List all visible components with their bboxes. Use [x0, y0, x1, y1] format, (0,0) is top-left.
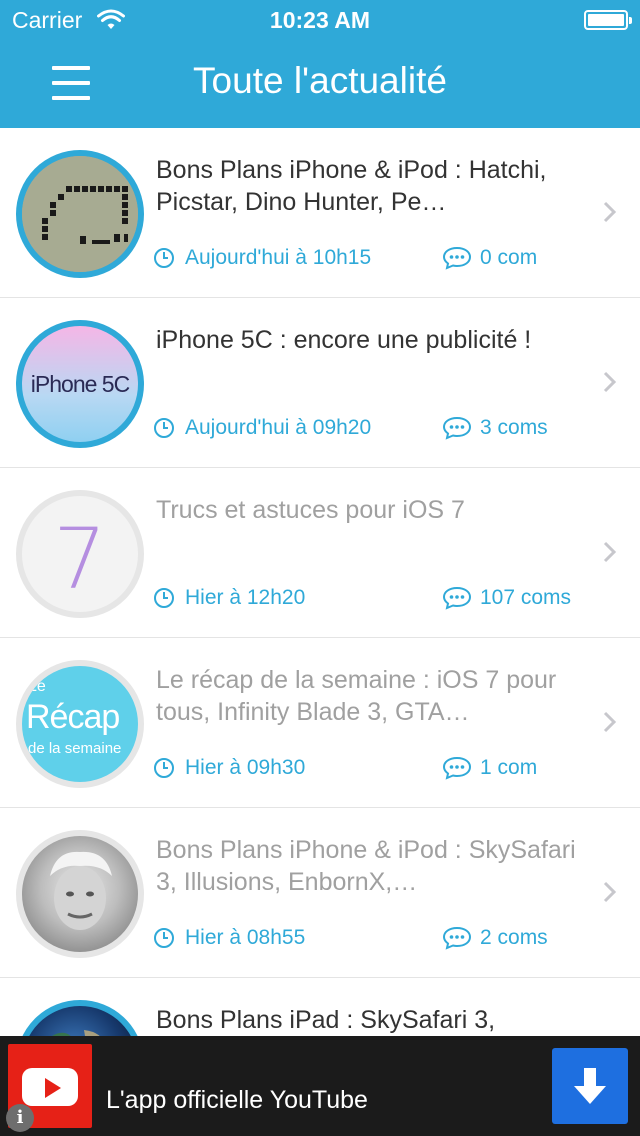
- clock-icon: [154, 418, 174, 438]
- page-title: Toute l'actualité: [193, 60, 447, 101]
- article-comments: 107 coms: [442, 586, 571, 610]
- article-time: Aujourd'hui à 09h20: [153, 416, 371, 440]
- article-time-label: Hier à 12h20: [185, 586, 306, 609]
- recap-logo-word: Récap: [26, 698, 120, 736]
- article-thumbnail: [16, 830, 144, 958]
- article-time-label: Hier à 08h55: [185, 926, 306, 949]
- article-time: Hier à 09h30: [153, 756, 305, 780]
- article-title: Bons Plans iPad : SkySafari 3,: [156, 1006, 496, 1034]
- article-comments-label: 0 com: [480, 246, 538, 269]
- article-time-label: Aujourd'hui à 09h20: [185, 416, 372, 439]
- article-row[interactable]: Le Récap de la semaine Le récap de la se…: [0, 638, 640, 808]
- article-time-label: Hier à 09h30: [185, 756, 306, 779]
- chevron-right-icon: [603, 881, 617, 903]
- ios7-number: 7: [53, 510, 107, 608]
- article-time: Hier à 08h55: [153, 926, 305, 950]
- clock-icon: [154, 758, 174, 778]
- iphone-5c-logo: iPhone 5C: [30, 371, 130, 397]
- article-title: Bons Plans iPhone & iPod : Hatchi, Picst…: [156, 156, 547, 216]
- article-title: Le récap de la semaine : iOS 7 pour tous…: [156, 666, 557, 726]
- article-title: Trucs et astuces pour iOS 7: [156, 496, 465, 524]
- chevron-right-icon: [603, 711, 617, 733]
- status-clock: 10:23 AM: [269, 7, 371, 33]
- comment-bubble-icon: [442, 586, 472, 610]
- article-comments: 1 com: [442, 756, 537, 780]
- comment-bubble-icon: [442, 756, 472, 780]
- recap-logo-subtitle: de la semaine: [28, 740, 122, 757]
- article-time-label: Aujourd'hui à 10h15: [185, 246, 372, 269]
- info-icon[interactable]: i: [6, 1104, 34, 1132]
- article-comments-label: 107 coms: [480, 586, 572, 609]
- article-row[interactable]: Bons Plans iPhone & iPod : SkySafari 3, …: [0, 808, 640, 978]
- article-comments: 2 coms: [442, 926, 548, 950]
- article-title: iPhone 5C : encore une publicité !: [156, 326, 532, 354]
- article-row[interactable]: iPhone 5C iPhone 5C : encore une publici…: [0, 298, 640, 468]
- clock-icon: [154, 588, 174, 608]
- article-time: Hier à 12h20: [153, 586, 305, 610]
- article-title: Bons Plans iPhone & iPod : SkySafari 3, …: [156, 836, 576, 896]
- download-arrow-icon: [574, 1068, 606, 1104]
- article-row[interactable]: Bons Plans iPhone & iPod : Hatchi, Picst…: [0, 128, 640, 298]
- article-row[interactable]: 7 Trucs et astuces pour iOS 7 Hier à 12h…: [0, 468, 640, 638]
- status-bar: Carrier 10:23 AM: [0, 0, 640, 40]
- article-time: Aujourd'hui à 10h15: [153, 246, 371, 270]
- ad-text[interactable]: L'app officielle YouTube: [106, 1086, 368, 1115]
- article-comments: 0 com: [442, 246, 537, 270]
- article-comments-label: 2 coms: [480, 926, 548, 949]
- comment-bubble-icon: [442, 416, 472, 440]
- battery-icon: [584, 10, 632, 30]
- einstein-portrait: [50, 851, 112, 930]
- article-comments-label: 1 com: [480, 756, 538, 779]
- article-thumbnail: 7: [16, 490, 144, 618]
- recap-logo-le: Le: [28, 678, 46, 695]
- article-comments-label: 3 coms: [480, 416, 548, 439]
- article-thumbnail: Le Récap de la semaine: [16, 660, 144, 788]
- download-button[interactable]: [552, 1048, 628, 1124]
- clock-icon: [154, 248, 174, 268]
- hatchi-pixel-art: [22, 156, 138, 272]
- chevron-right-icon: [603, 201, 617, 223]
- nav-header: Carrier 10:23 AM Toute l'actualité: [0, 0, 640, 128]
- recap-logo: Le Récap de la semaine: [22, 666, 138, 782]
- article-thumbnail: [16, 150, 144, 278]
- article-comments: 3 coms: [442, 416, 548, 440]
- article-thumbnail: iPhone 5C: [16, 320, 144, 448]
- clock-icon: [154, 928, 174, 948]
- chevron-right-icon: [603, 541, 617, 563]
- chevron-right-icon: [603, 371, 617, 393]
- comment-bubble-icon: [442, 926, 472, 950]
- comment-bubble-icon: [442, 246, 472, 270]
- article-list[interactable]: Bons Plans iPhone & iPod : Hatchi, Picst…: [0, 128, 640, 1136]
